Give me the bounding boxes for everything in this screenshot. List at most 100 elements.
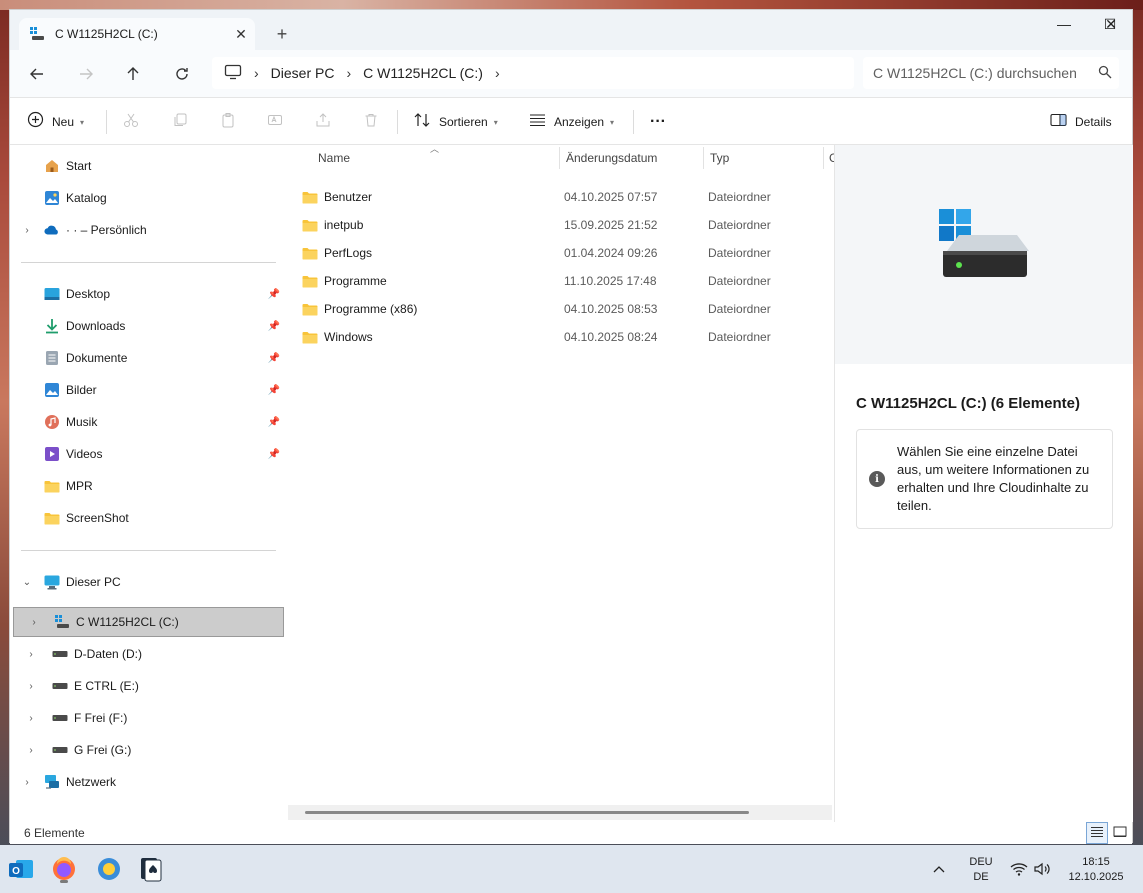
- refresh-icon[interactable]: [168, 60, 196, 88]
- solitaire-icon[interactable]: [135, 853, 167, 885]
- address-bar[interactable]: › Dieser PC › C W1125H2CL (C:) ›: [212, 57, 854, 89]
- file-type: Dateiordner: [708, 274, 771, 288]
- show-hidden-icons-button[interactable]: [932, 845, 946, 893]
- pin-icon[interactable]: 📌: [267, 385, 281, 396]
- column-separator[interactable]: [703, 147, 704, 169]
- cut-button[interactable]: [123, 98, 139, 146]
- sidebar-item-screenshot[interactable]: ScreenShot: [10, 503, 287, 533]
- title-bar: C W1125H2CL (C:) ✕ + — ☐ ✕: [10, 10, 1132, 50]
- sidebar-item-drive-g[interactable]: › G Frei (G:): [10, 735, 287, 765]
- sidebar-item-drive-c[interactable]: › C W1125H2CL (C:): [13, 607, 284, 637]
- back-arrow-icon[interactable]: [23, 60, 51, 88]
- pin-icon[interactable]: 📌: [267, 289, 281, 300]
- tiles-view-button[interactable]: [1109, 822, 1131, 844]
- chevron-right-icon[interactable]: ›: [10, 713, 52, 724]
- sidebar-item-onedrive[interactable]: › · · – Persönlich: [10, 215, 287, 245]
- details-pane-button[interactable]: Details: [1050, 98, 1112, 146]
- sidebar-item-bilder[interactable]: Bilder 📌: [10, 375, 287, 405]
- sidebar-item-drive-f[interactable]: › F Frei (F:): [10, 703, 287, 733]
- sort-button[interactable]: Sortieren ▾: [414, 98, 498, 146]
- column-separator[interactable]: [823, 147, 824, 169]
- horizontal-scrollbar[interactable]: [288, 805, 832, 820]
- close-window-button[interactable]: ✕: [1088, 10, 1134, 38]
- sidebar-item-dokumente[interactable]: Dokumente 📌: [10, 343, 287, 373]
- folder-icon: [44, 510, 60, 526]
- column-separator[interactable]: [559, 147, 560, 169]
- table-row[interactable]: Windows 04.10.2025 08:24 Dateiordner: [302, 323, 832, 351]
- videos-icon: [44, 446, 60, 462]
- column-header-date[interactable]: Änderungsdatum: [566, 145, 702, 171]
- firefox-icon[interactable]: [48, 853, 80, 885]
- chevron-right-icon[interactable]: ›: [254, 65, 259, 81]
- pin-icon[interactable]: 📌: [267, 353, 281, 364]
- breadcrumb-this-pc[interactable]: Dieser PC: [271, 65, 335, 81]
- share-button[interactable]: [315, 98, 331, 146]
- weather-app-icon[interactable]: [93, 853, 125, 885]
- file-name: Programme: [324, 274, 387, 288]
- sidebar-item-start[interactable]: Start: [10, 151, 287, 181]
- close-tab-icon[interactable]: ✕: [227, 26, 255, 43]
- sidebar-item-label: G Frei (G:): [74, 743, 132, 757]
- file-name: Programme (x86): [324, 302, 418, 316]
- windows-drive-icon: [54, 614, 70, 630]
- forward-arrow-icon[interactable]: [72, 60, 100, 88]
- copy-button[interactable]: [172, 98, 188, 146]
- file-type: Dateiordner: [708, 246, 771, 260]
- table-row[interactable]: inetpub 15.09.2025 21:52 Dateiordner: [302, 211, 832, 239]
- sidebar-item-downloads[interactable]: Downloads 📌: [10, 311, 287, 341]
- language-indicator[interactable]: DEU DE: [962, 855, 1000, 885]
- rename-button[interactable]: [267, 98, 283, 146]
- this-pc-icon: [44, 574, 60, 590]
- scrollbar-thumb[interactable]: [305, 811, 749, 814]
- svg-text:O: O: [12, 866, 20, 877]
- more-options-button[interactable]: ···: [650, 98, 666, 146]
- pin-icon[interactable]: 📌: [267, 449, 281, 460]
- outlook-icon[interactable]: O: [5, 853, 37, 885]
- chevron-right-icon[interactable]: ›: [10, 681, 52, 692]
- table-row[interactable]: PerfLogs 01.04.2024 09:26 Dateiordner: [302, 239, 832, 267]
- table-row[interactable]: Benutzer 04.10.2025 07:57 Dateiordner: [302, 183, 832, 211]
- sidebar-item-network[interactable]: › Netzwerk: [10, 767, 287, 797]
- volume-icon[interactable]: [1034, 845, 1052, 893]
- tab-current[interactable]: C W1125H2CL (C:) ✕: [19, 18, 255, 50]
- sidebar-item-mpr[interactable]: MPR: [10, 471, 287, 501]
- chevron-right-icon[interactable]: ›: [10, 225, 44, 236]
- column-header-type[interactable]: Typ: [710, 145, 822, 171]
- sidebar-item-musik[interactable]: Musik 📌: [10, 407, 287, 437]
- view-button[interactable]: Anzeigen ▾: [529, 98, 614, 146]
- table-row[interactable]: Programme (x86) 04.10.2025 08:53 Dateiordn…: [302, 295, 832, 323]
- file-date: 01.04.2024 09:26: [564, 246, 658, 260]
- pin-icon[interactable]: 📌: [267, 417, 281, 428]
- sort-icon: [414, 112, 431, 133]
- sidebar-item-drive-d[interactable]: › D-Daten (D:): [10, 639, 287, 669]
- folder-icon: [302, 191, 318, 204]
- delete-button[interactable]: [363, 98, 379, 146]
- sidebar-item-katalog[interactable]: Katalog: [10, 183, 287, 213]
- sidebar-item-videos[interactable]: Videos 📌: [10, 439, 287, 469]
- sidebar-item-this-pc[interactable]: ⌄ Dieser PC: [10, 567, 287, 597]
- search-icon[interactable]: [1091, 65, 1119, 82]
- chevron-right-icon[interactable]: ›: [10, 649, 52, 660]
- up-arrow-icon[interactable]: [119, 60, 147, 88]
- table-row[interactable]: Programme 11.10.2025 17:48 Dateiordner: [302, 267, 832, 295]
- chevron-right-icon[interactable]: ›: [10, 777, 44, 788]
- new-button[interactable]: Neu ▾: [27, 98, 84, 146]
- chevron-right-icon[interactable]: ›: [14, 617, 54, 628]
- computer-icon: [224, 64, 242, 83]
- pin-icon[interactable]: 📌: [267, 321, 281, 332]
- chevron-right-icon[interactable]: ›: [10, 745, 52, 756]
- chevron-right-icon[interactable]: ›: [346, 65, 351, 81]
- chevron-down-icon[interactable]: ⌄: [10, 577, 44, 588]
- minimize-button[interactable]: —: [1041, 10, 1087, 38]
- details-view-button[interactable]: [1086, 822, 1108, 844]
- breadcrumb-drive-c[interactable]: C W1125H2CL (C:): [363, 65, 483, 81]
- sidebar-item-drive-e[interactable]: › E CTRL (E:): [10, 671, 287, 701]
- chevron-right-icon[interactable]: ›: [495, 65, 500, 81]
- paste-button[interactable]: [220, 98, 236, 146]
- sidebar-item-desktop[interactable]: Desktop 📌: [10, 279, 287, 309]
- wifi-icon[interactable]: [1010, 845, 1028, 893]
- sidebar-item-label: · · – Persönlich: [66, 223, 147, 237]
- new-tab-button[interactable]: +: [268, 22, 296, 46]
- clock[interactable]: 18:15 12.10.2025: [1058, 855, 1134, 885]
- search-input[interactable]: C W1125H2CL (C:) durchsuchen: [863, 57, 1119, 89]
